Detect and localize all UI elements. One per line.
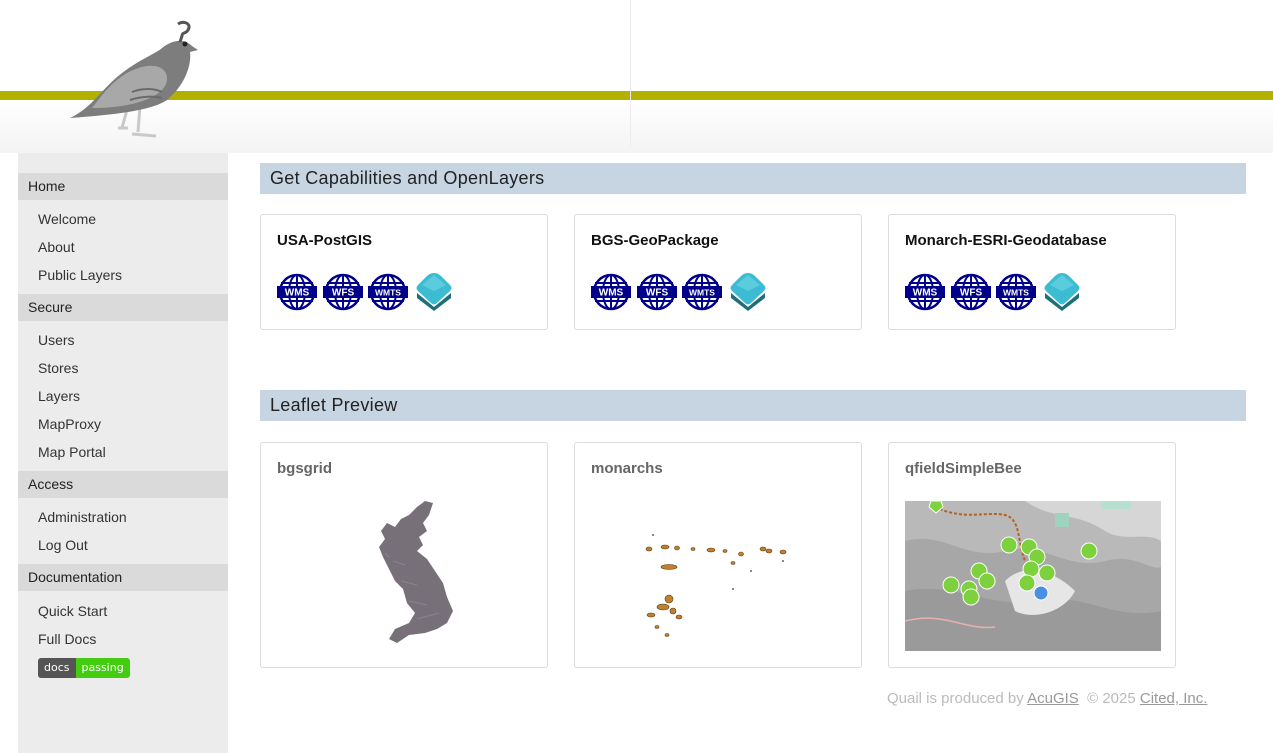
- openlayers-icon[interactable]: [414, 271, 454, 311]
- sidebar-item-mapproxy[interactable]: MapProxy: [38, 415, 101, 433]
- service-label: WMS: [913, 288, 938, 299]
- capability-card: Monarch-ESRI-Geodatabase WMS WFS WMTS: [888, 214, 1176, 330]
- wfs-service-icon[interactable]: WFS: [950, 273, 991, 311]
- card-title[interactable]: monarchs: [591, 460, 663, 477]
- sidebar-item-quick-start[interactable]: Quick Start: [38, 602, 107, 620]
- docs-status-badge[interactable]: docs passing: [38, 658, 130, 678]
- wfs-service-icon[interactable]: WFS: [636, 273, 677, 311]
- card-title[interactable]: Monarch-ESRI-Geodatabase: [905, 232, 1107, 249]
- acugis-link[interactable]: AcuGIS: [1027, 690, 1079, 707]
- sidebar-item-about[interactable]: About: [38, 238, 75, 256]
- wmts-service-icon[interactable]: WMTS: [996, 273, 1036, 311]
- card-title[interactable]: USA-PostGIS: [277, 232, 372, 249]
- service-label: WFS: [959, 288, 982, 299]
- footer: Quail is produced by AcuGIS © 2025 Cited…: [887, 690, 1207, 707]
- sidebar-item-full-docs[interactable]: Full Docs: [38, 630, 96, 648]
- section-title-capabilities: Get Capabilities and OpenLayers: [260, 163, 1246, 194]
- openlayers-icon[interactable]: [1042, 271, 1082, 311]
- wfs-service-icon[interactable]: WFS: [322, 273, 363, 311]
- capability-card: USA-PostGIS WMS WFS WMTS: [260, 214, 548, 330]
- openlayers-icon[interactable]: [728, 271, 768, 311]
- section-title-leaflet: Leaflet Preview: [260, 390, 1246, 421]
- cited-link[interactable]: Cited, Inc.: [1140, 690, 1208, 707]
- monarchs-map-thumbnail[interactable]: [591, 501, 847, 651]
- sidebar-section-secure: Secure: [18, 294, 228, 321]
- footer-prefix: Quail is produced by: [887, 690, 1028, 707]
- header-divider: [630, 0, 631, 146]
- wmts-service-icon[interactable]: WMTS: [368, 273, 408, 311]
- sidebar-item-public-layers[interactable]: Public Layers: [38, 266, 122, 284]
- footer-copyright: © 2025: [1078, 690, 1140, 707]
- sidebar: Home Welcome About Public Layers Secure …: [18, 153, 228, 753]
- service-label: WMS: [599, 288, 624, 299]
- sidebar-item-map-portal[interactable]: Map Portal: [38, 443, 106, 461]
- sidebar-item-stores[interactable]: Stores: [38, 359, 78, 377]
- card-title[interactable]: qfieldSimpleBee: [905, 460, 1022, 477]
- service-label: WMTS: [1003, 288, 1029, 298]
- service-label: WFS: [331, 288, 354, 299]
- bgsgrid-map-thumbnail[interactable]: [277, 501, 533, 651]
- badge-label: docs: [38, 658, 76, 678]
- sidebar-item-layers[interactable]: Layers: [38, 387, 80, 405]
- header: [0, 0, 1273, 153]
- wmts-service-icon[interactable]: WMTS: [682, 273, 722, 311]
- sidebar-section-documentation: Documentation: [18, 564, 228, 591]
- wms-service-icon[interactable]: WMS: [277, 273, 317, 311]
- wms-service-icon[interactable]: WMS: [591, 273, 631, 311]
- service-label: WMTS: [375, 288, 401, 298]
- wms-service-icon[interactable]: WMS: [905, 273, 945, 311]
- leaflet-card-bgsgrid[interactable]: bgsgrid: [260, 442, 548, 668]
- card-title[interactable]: bgsgrid: [277, 460, 332, 477]
- card-title[interactable]: BGS-GeoPackage: [591, 232, 719, 249]
- sidebar-section-access: Access: [18, 471, 228, 498]
- service-label: WFS: [645, 288, 668, 299]
- sidebar-item-welcome[interactable]: Welcome: [38, 210, 96, 228]
- sidebar-section-home: Home: [18, 173, 228, 200]
- service-label: WMS: [285, 288, 310, 299]
- service-label: WMTS: [689, 288, 715, 298]
- sidebar-item-administration[interactable]: Administration: [38, 508, 127, 526]
- qfieldsimplebee-map-thumbnail[interactable]: [905, 501, 1161, 651]
- sidebar-item-users[interactable]: Users: [38, 331, 75, 349]
- leaflet-card-qfieldsimplebee[interactable]: qfieldSimpleBee: [888, 442, 1176, 668]
- capability-card: BGS-GeoPackage WMS WFS WMTS: [574, 214, 862, 330]
- badge-status: passing: [75, 658, 130, 678]
- quail-logo-icon: [70, 20, 198, 138]
- leaflet-card-monarchs[interactable]: monarchs: [574, 442, 862, 668]
- sidebar-item-log-out[interactable]: Log Out: [38, 536, 88, 554]
